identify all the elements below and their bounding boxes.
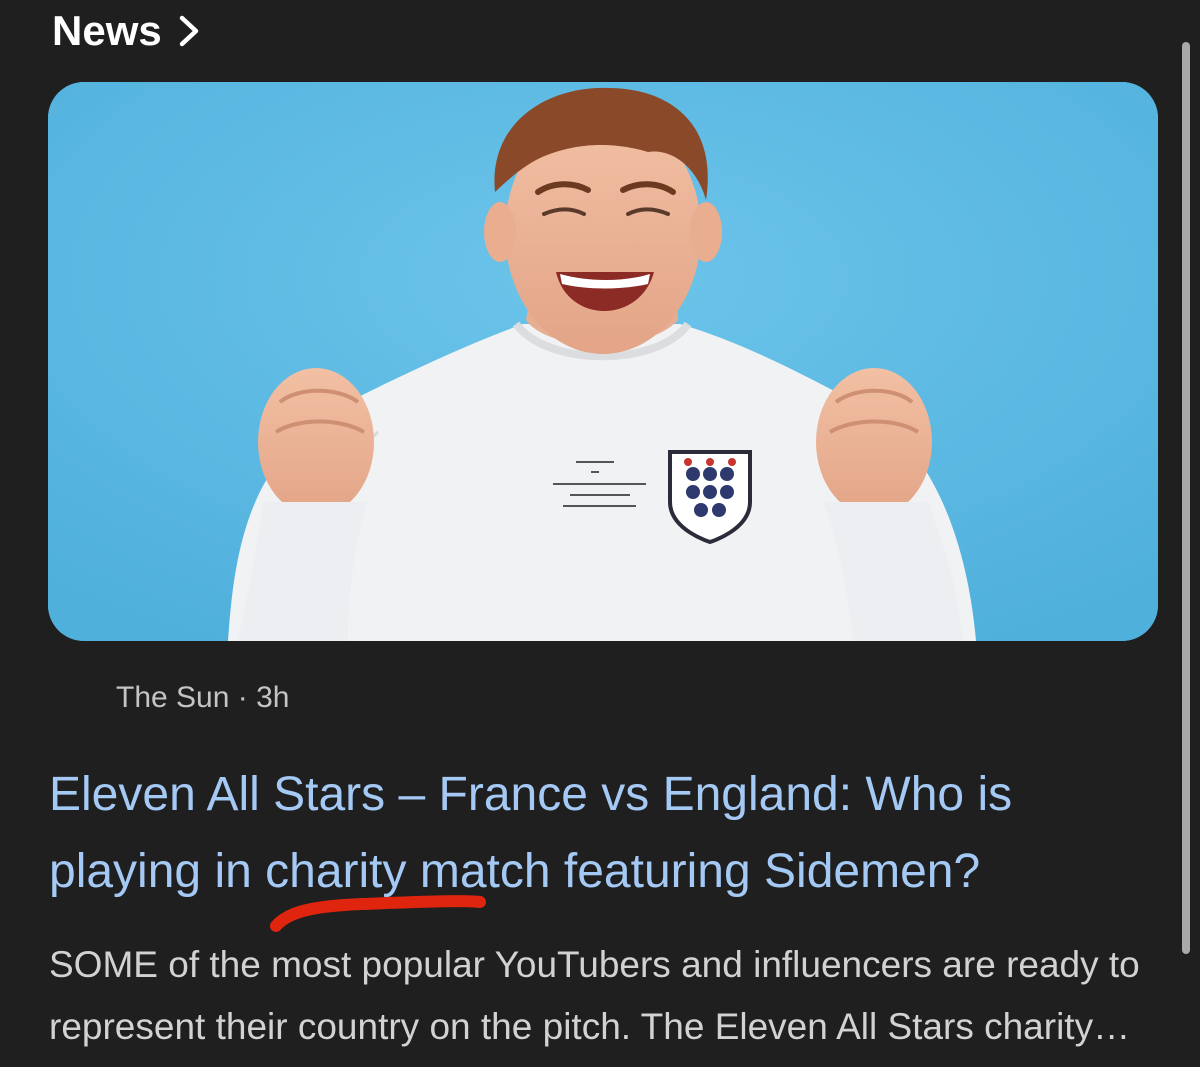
meta-separator: · xyxy=(237,681,257,714)
article-age: 3h xyxy=(256,681,290,714)
article-snippet: SOME of the most popular YouTubers and i… xyxy=(49,944,1140,1047)
news-section-header[interactable]: News xyxy=(52,6,202,56)
chevron-right-icon[interactable] xyxy=(176,13,202,49)
scrollbar[interactable] xyxy=(1182,42,1190,954)
red-underline-annotation xyxy=(270,895,486,932)
source-name[interactable]: The Sun xyxy=(116,681,229,714)
article-image[interactable] xyxy=(48,82,1158,641)
section-title[interactable]: News xyxy=(52,6,162,56)
article-meta: The Sun · 3h xyxy=(116,678,289,718)
article-headline[interactable]: Eleven All Stars – France vs England: Wh… xyxy=(49,756,1109,910)
